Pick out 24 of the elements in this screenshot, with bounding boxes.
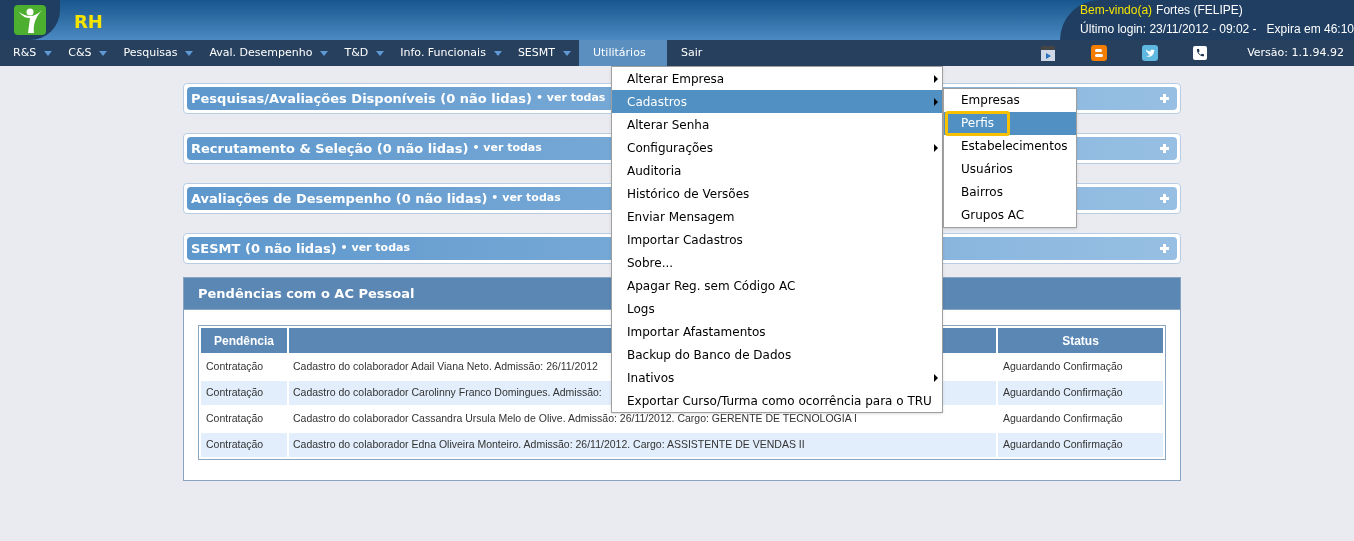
table-cell: Aguardando Confirmação [998,433,1163,457]
table-cell: Cadastro do colaborador Cassandra Ursula Melo de Olive. Admissão: 26/11/2012. Cargo: GERENTE DE TECNOLOGIA I [293,412,857,425]
table-cell-text: Contratação [205,359,265,375]
table-cell: Contratação [201,381,287,405]
version-text: Versão: 1.1.94.92 [1247,44,1344,61]
panel-title: Recrutamento & Seleção (0 não lidas) [191,139,469,158]
panel-title: Pesquisas/Avaliações Disponíveis (0 não lidas) [191,89,532,108]
table-cell-text: Aguardando Confirmação [1002,359,1124,375]
table-cell-text: Aguardando Confirmação [1002,411,1124,427]
table-cell: Aguardando Confirmação [998,381,1163,405]
table-cell: Contratação [201,433,287,457]
table-cell: Cadastro do colaborador Adail Viana Neto. Admissão: 26/11/2012 [293,360,598,373]
greeting-text: Bem-vindo(a) [1080,2,1153,19]
column-header: Status [998,328,1163,353]
user-name: Fortes (FELIPE) [1156,2,1243,19]
app-title: RH [74,13,103,34]
table-cell-text: Contratação [205,411,265,427]
table-cell: Cadastro do colaborador Carolinny Franco Domingues. Admissão: [293,386,602,399]
panel-title: SESMT (0 não lidas) [191,239,337,258]
panel-title: Avaliações de Desempenho (0 não lidas) [191,189,488,208]
table-cell: Cadastro do colaborador Edna Oliveira Monteiro. Admissão: 26/11/2012. Cargo: ASSISTENTE DE VENDAS II [293,438,805,451]
expiry-text: Expira em 46:10 [1266,21,1354,38]
column-header: Pendência [201,328,287,353]
last-login-text: Último login: 23/11/2012 - 09:02 - [1080,20,1257,38]
